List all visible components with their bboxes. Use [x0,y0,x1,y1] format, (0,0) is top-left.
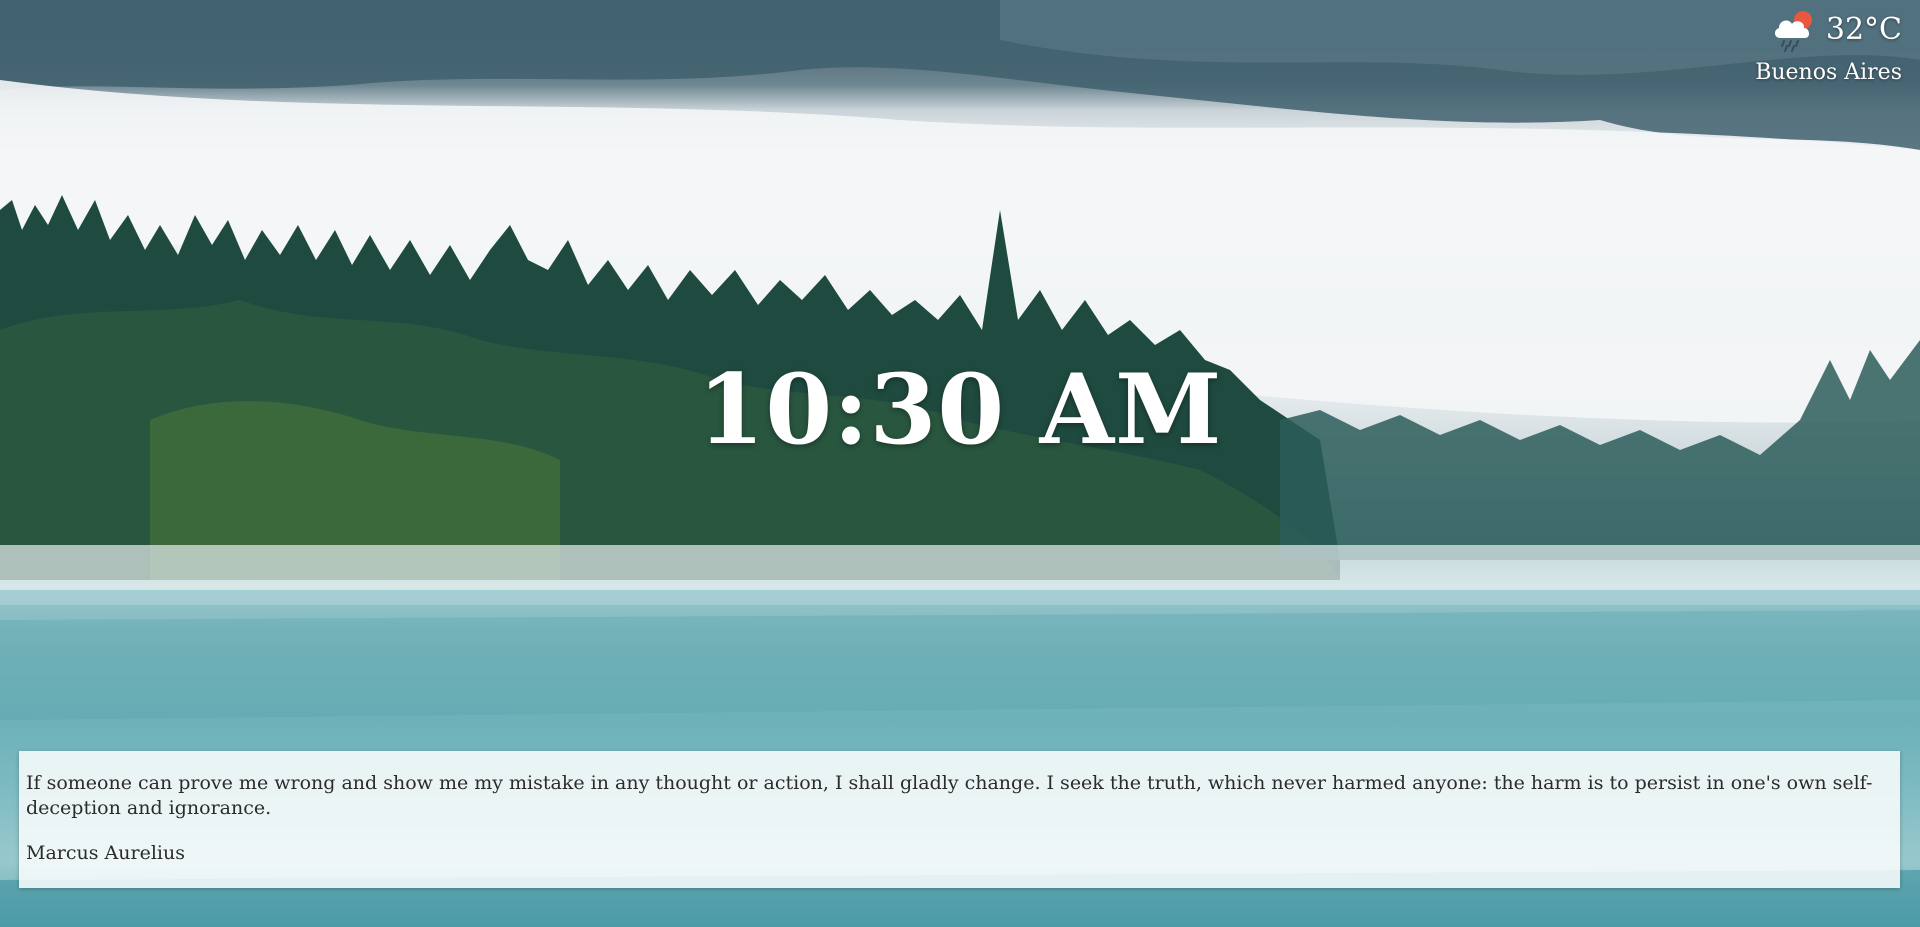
quote-panel: If someone can prove me wrong and show m… [19,751,1900,888]
weather-summary: 32°C [1755,8,1902,52]
weather-widget[interactable]: 32°C Buenos Aires [1755,8,1902,88]
city-name: Buenos Aires [1755,60,1902,85]
quote-author: Marcus Aurelius [26,842,185,864]
temperature: 32°C [1825,12,1902,47]
quote-text: If someone can prove me wrong and show m… [26,772,1873,819]
clock-time: 10:30 AM [697,353,1223,466]
cloud-rain-sun-icon [1774,11,1812,52]
